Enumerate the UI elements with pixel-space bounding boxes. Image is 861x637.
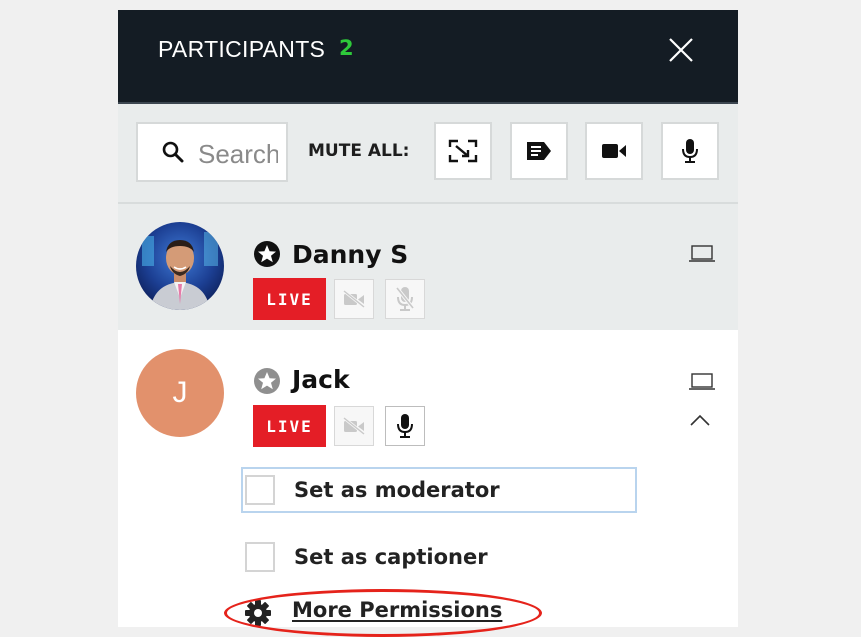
microphone-off-icon	[395, 286, 415, 311]
set-captioner-label: Set as captioner	[294, 545, 488, 569]
video-camera-icon	[602, 144, 626, 158]
checkbox[interactable]	[245, 475, 275, 505]
search-input[interactable]	[196, 136, 280, 172]
participant-row[interactable]: Danny S LIVE	[118, 204, 738, 330]
live-badge: LIVE	[253, 278, 326, 320]
laptop-icon	[689, 373, 715, 390]
microphone-toggle-button[interactable]	[385, 406, 425, 446]
more-permissions-label: More Permissions	[292, 598, 503, 622]
video-off-icon	[343, 417, 365, 435]
avatar	[136, 222, 224, 310]
participant-row-expanded[interactable]: J Jack LIVE Set as moderator Set as capt…	[118, 330, 738, 627]
live-badge: LIVE	[253, 405, 326, 447]
chat-icon	[527, 142, 551, 160]
participant-count: 2	[339, 36, 354, 60]
camera-status	[334, 406, 374, 446]
chevron-up-icon[interactable]	[688, 413, 712, 427]
close-icon[interactable]	[667, 36, 695, 64]
participant-name: Jack	[292, 365, 350, 394]
screen-share-icon	[448, 139, 478, 163]
avatar: J	[136, 349, 224, 437]
participants-toolbar: MUTE ALL:	[118, 104, 738, 204]
microphone-icon	[397, 414, 413, 438]
search-box[interactable]	[136, 122, 288, 182]
star-badge-icon	[254, 241, 280, 267]
set-moderator-label: Set as moderator	[294, 478, 500, 502]
panel-title: PARTICIPANTS	[158, 36, 326, 62]
mute-all-microphone-button[interactable]	[661, 122, 719, 180]
search-icon	[162, 141, 184, 163]
avatar-photo	[136, 222, 224, 310]
camera-status	[334, 279, 374, 319]
participant-name: Danny S	[292, 240, 409, 269]
checkbox[interactable]	[245, 542, 275, 572]
star-badge-icon	[254, 368, 280, 394]
participants-panel: PARTICIPANTS 2 MUTE ALL:	[118, 10, 738, 627]
microphone-status	[385, 279, 425, 319]
mute-all-video-button[interactable]	[585, 122, 643, 180]
mute-all-chat-button[interactable]	[510, 122, 568, 180]
video-off-icon	[343, 290, 365, 308]
mute-all-label: MUTE ALL:	[308, 141, 410, 161]
laptop-icon	[689, 245, 715, 262]
panel-header: PARTICIPANTS 2	[118, 10, 738, 104]
microphone-icon	[682, 139, 698, 163]
mute-all-screen-share-button[interactable]	[434, 122, 492, 180]
set-captioner-checkbox[interactable]: Set as captioner	[241, 534, 637, 580]
gear-icon	[245, 600, 271, 626]
set-moderator-checkbox[interactable]: Set as moderator	[241, 467, 637, 513]
